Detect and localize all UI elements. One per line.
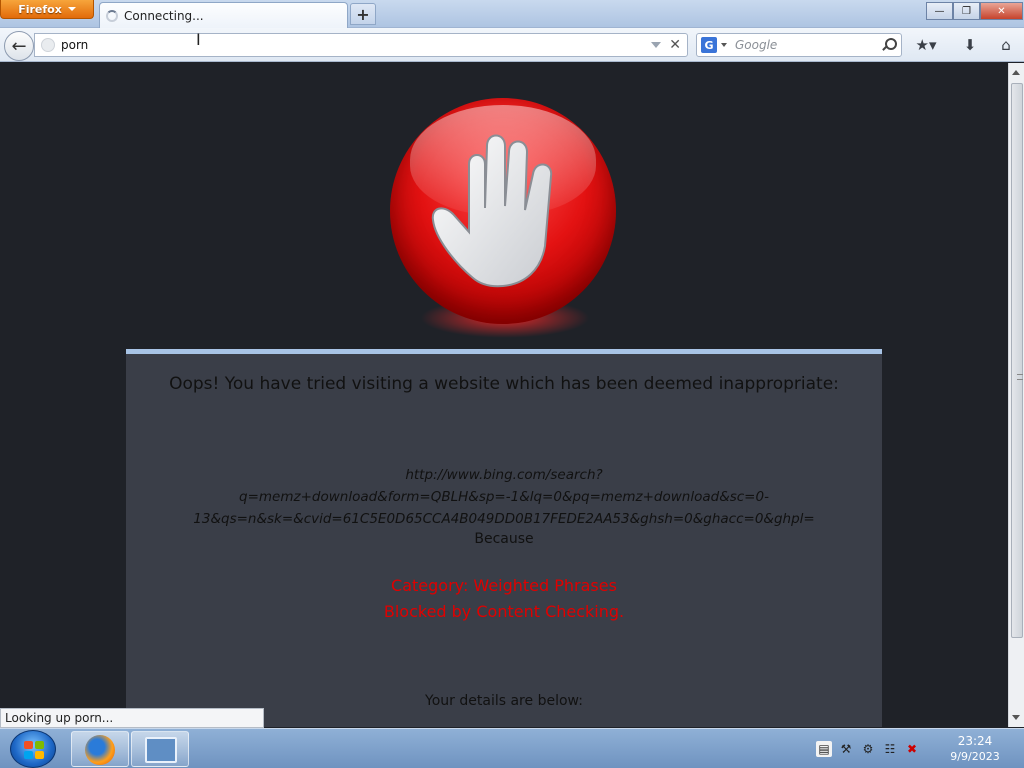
- maximize-button[interactable]: ❐: [953, 2, 980, 20]
- block-heading: Oops! You have tried visiting a website …: [169, 374, 839, 394]
- network-app-icon: [145, 737, 177, 763]
- close-button[interactable]: ✕: [980, 2, 1023, 20]
- text-cursor-icon: I: [196, 30, 201, 49]
- window-controls: — ❐ ✕: [926, 2, 1023, 20]
- minimize-button[interactable]: —: [926, 2, 953, 20]
- hand-icon: [431, 134, 553, 288]
- status-text: Looking up porn...: [0, 708, 264, 728]
- notes-icon[interactable]: ▤: [816, 741, 832, 757]
- back-arrow-icon: ←: [11, 35, 27, 57]
- site-identity-icon[interactable]: [41, 38, 55, 52]
- loading-spinner-icon: [106, 9, 118, 22]
- back-button[interactable]: ←: [4, 31, 34, 61]
- google-engine-icon[interactable]: G: [701, 37, 717, 53]
- page-viewport: Oops! You have tried visiting a website …: [0, 63, 1008, 727]
- vertical-scrollbar[interactable]: [1008, 63, 1024, 727]
- scroll-grip-icon: [1017, 374, 1023, 380]
- clock-date: 9/9/2023: [950, 750, 1000, 763]
- home-button[interactable]: ⌂: [994, 34, 1018, 56]
- block-message-panel: Oops! You have tried visiting a website …: [126, 349, 882, 727]
- home-icon: ⌂: [1001, 36, 1011, 54]
- tab-title: Connecting...: [124, 8, 204, 23]
- browser-titlebar: Firefox Connecting... + — ❐ ✕: [0, 0, 1024, 28]
- navigation-bar: ← porn ✕ G Google ★▾ ⬇ ⌂: [0, 28, 1024, 62]
- scroll-up-icon[interactable]: [1012, 70, 1020, 75]
- firefox-menu-button[interactable]: Firefox: [0, 0, 94, 19]
- volume-muted-icon[interactable]: ✖: [904, 741, 920, 757]
- taskbar: ▤ ⚒ ⚙ ☷ ✖ 23:24 9/9/2023: [0, 728, 1024, 768]
- tab-active[interactable]: Connecting...: [99, 2, 348, 28]
- windows-logo-icon: [24, 741, 44, 759]
- firefox-menu-label: Firefox: [18, 2, 62, 16]
- engine-dropdown-icon[interactable]: [721, 43, 727, 47]
- network-icon[interactable]: ☷: [882, 741, 898, 757]
- search-input[interactable]: Google: [735, 38, 881, 52]
- details-heading: Your details are below:: [425, 693, 583, 709]
- url-bar[interactable]: porn ✕: [34, 33, 688, 57]
- security-icon[interactable]: ⚒: [838, 741, 854, 757]
- block-category: Category: Weighted Phrases: [391, 576, 617, 595]
- system-clock[interactable]: 23:24 9/9/2023: [940, 733, 1010, 765]
- bookmarks-button[interactable]: ★▾: [914, 34, 938, 56]
- taskbar-network-app[interactable]: [131, 731, 189, 767]
- downloads-button[interactable]: ⬇: [958, 34, 982, 56]
- search-icon[interactable]: [881, 38, 897, 52]
- clock-time: 23:24: [957, 734, 993, 748]
- taskbar-firefox[interactable]: [71, 731, 129, 767]
- blocked-by-text: Blocked by Content Checking.: [383, 602, 625, 621]
- because-label: Because: [474, 531, 534, 547]
- chevron-down-icon: [67, 7, 76, 11]
- scroll-thumb[interactable]: [1011, 83, 1023, 638]
- blocked-url: http://www.bing.com/search?q=memz+downlo…: [193, 467, 815, 527]
- url-input[interactable]: porn: [61, 38, 651, 52]
- search-bar[interactable]: G Google: [696, 33, 902, 57]
- start-button[interactable]: [10, 730, 56, 768]
- url-history-dropdown-icon[interactable]: [651, 42, 662, 48]
- new-tab-button[interactable]: +: [350, 3, 376, 25]
- scroll-down-icon[interactable]: [1012, 715, 1020, 720]
- firefox-icon: [85, 735, 115, 765]
- stop-loading-icon[interactable]: ✕: [669, 37, 681, 53]
- star-bookmarks-icon: ★▾: [915, 36, 937, 54]
- block-reason: Category: Weighted Phrases Blocked by Co…: [126, 573, 882, 625]
- system-tray: ▤ ⚒ ⚙ ☷ ✖: [816, 737, 920, 761]
- download-arrow-icon: ⬇: [963, 36, 977, 54]
- tools-icon[interactable]: ⚙: [860, 741, 876, 757]
